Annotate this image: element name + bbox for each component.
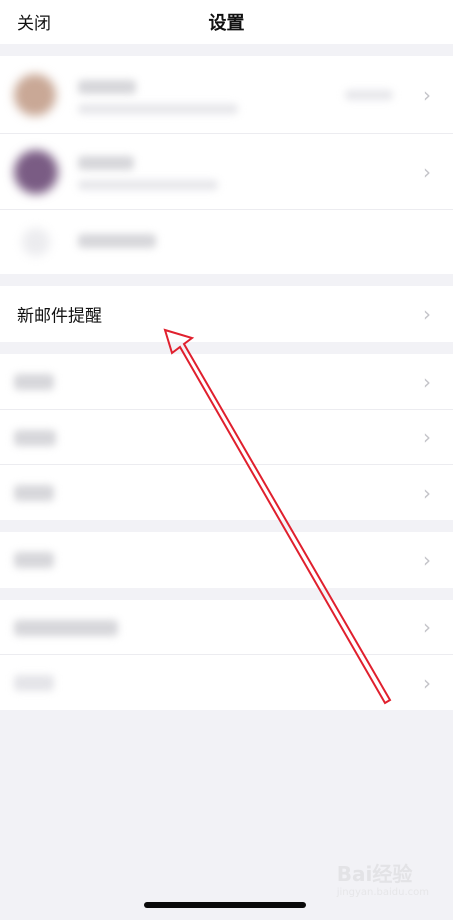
chevron-right-icon: ›	[423, 548, 431, 572]
new-mail-reminder-row[interactable]: 新邮件提醒 ›	[0, 286, 453, 342]
setting-label-blurred	[14, 374, 54, 390]
setting-label-blurred	[14, 552, 54, 568]
chevron-right-icon: ›	[423, 425, 431, 449]
avatar	[14, 150, 58, 194]
settings-row[interactable]: ›	[0, 655, 453, 710]
setting-label-blurred	[14, 675, 54, 691]
setting-label-blurred	[14, 620, 118, 636]
add-account-row[interactable]	[0, 210, 453, 274]
settings-row[interactable]: ›	[0, 600, 453, 655]
settings-section-2: ›	[0, 532, 453, 588]
settings-row[interactable]: ›	[0, 410, 453, 465]
settings-section-1: › › ›	[0, 354, 453, 520]
navigation-bar: 关闭 设置	[0, 0, 453, 44]
account-email-blurred	[78, 104, 238, 114]
settings-row[interactable]: ›	[0, 354, 453, 410]
account-status-blurred	[345, 90, 393, 100]
settings-section-3: › ›	[0, 600, 453, 710]
page-title: 设置	[208, 13, 245, 34]
chevron-right-icon: ›	[423, 82, 431, 107]
account-name-blurred	[78, 80, 136, 94]
chevron-right-icon: ›	[423, 302, 431, 326]
add-account-label-blurred	[78, 234, 156, 248]
account-row[interactable]: ›	[0, 56, 453, 134]
watermark-text: Bai经验	[336, 862, 413, 886]
setting-label-blurred	[14, 430, 56, 446]
add-icon	[22, 228, 50, 256]
chevron-right-icon: ›	[423, 159, 431, 184]
chevron-right-icon: ›	[423, 615, 431, 639]
new-mail-reminder-label: 新邮件提醒	[17, 306, 102, 327]
account-row[interactable]: ›	[0, 134, 453, 210]
notification-section: 新邮件提醒 ›	[0, 286, 453, 342]
watermark: Bai经验 jingyan.baidu.com	[337, 858, 429, 898]
account-name-blurred	[78, 156, 134, 170]
account-email-blurred	[78, 180, 218, 190]
settings-row[interactable]: ›	[0, 532, 453, 588]
setting-label-blurred	[14, 485, 54, 501]
account-section: › ›	[0, 56, 453, 274]
chevron-right-icon: ›	[423, 670, 431, 695]
settings-row[interactable]: ›	[0, 465, 453, 520]
chevron-right-icon: ›	[423, 480, 431, 505]
chevron-right-icon: ›	[423, 369, 431, 394]
avatar	[14, 74, 56, 116]
home-indicator	[144, 902, 306, 908]
watermark-sub: jingyan.baidu.com	[336, 887, 429, 898]
